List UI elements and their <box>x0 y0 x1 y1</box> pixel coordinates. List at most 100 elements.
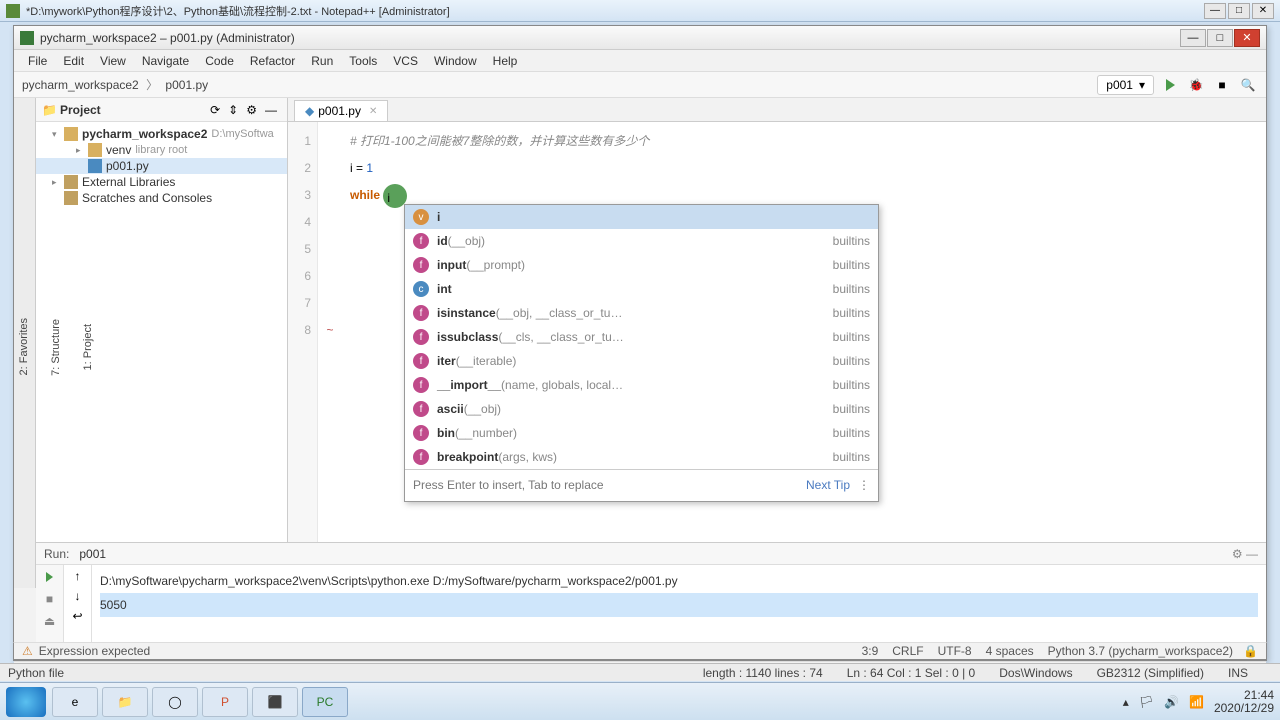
system-tray[interactable]: ▴ 🏳 🔊 📶 21:44 2020/12/29 <box>1123 689 1274 715</box>
np-enc: GB2312 (Simplified) <box>1097 666 1204 680</box>
menu-run[interactable]: Run <box>303 51 341 71</box>
tab-close-icon[interactable]: ✕ <box>369 106 377 117</box>
run-config-selector[interactable]: p001 ▾ <box>1097 75 1154 95</box>
chevron-down-icon: ▾ <box>1139 78 1145 92</box>
tray-network-icon[interactable]: 📶 <box>1189 695 1204 709</box>
run-output[interactable]: D:\mySoftware\pycharm_workspace2\venv\Sc… <box>92 565 1266 642</box>
taskbar-chrome[interactable]: ◯ <box>152 687 198 717</box>
gear-icon[interactable]: ⚙ <box>246 103 257 117</box>
crumb-project[interactable]: pycharm_workspace2 <box>22 78 139 92</box>
autocomplete-item[interactable]: finput(__prompt)builtins <box>405 253 878 277</box>
menubar: File Edit View Navigate Code Refactor Ru… <box>14 50 1266 72</box>
notepad-maximize[interactable]: □ <box>1228 3 1250 19</box>
pycharm-title: pycharm_workspace2 – p001.py (Administra… <box>40 31 1180 45</box>
taskbar-ie[interactable]: e <box>52 687 98 717</box>
autocomplete-item[interactable]: fisinstance(__obj, __class_or_tu…builtin… <box>405 301 878 325</box>
pycharm-minimize[interactable]: — <box>1180 29 1206 47</box>
notepad-minimize[interactable]: — <box>1204 3 1226 19</box>
tray-up-icon[interactable]: ▴ <box>1123 695 1129 709</box>
run-settings-icon[interactable]: ⚙ — <box>1232 547 1258 561</box>
menu-file[interactable]: File <box>20 51 55 71</box>
menu-tools[interactable]: Tools <box>341 51 385 71</box>
notepad-icon <box>6 4 20 18</box>
windows-taskbar: e 📁 ◯ P ⬛ PC ▴ 🏳 🔊 📶 21:44 2020/12/29 <box>0 682 1280 720</box>
stop-button[interactable]: ■ <box>1212 75 1232 95</box>
autocomplete-item[interactable]: f__import__(name, globals, local…builtin… <box>405 373 878 397</box>
notepad-title: *D:\mywork\Python程序设计\2、Python基础\流程控制-2.… <box>26 3 1204 19</box>
debug-button[interactable]: 🐞 <box>1186 75 1206 95</box>
autocomplete-item[interactable]: fiter(__iterable)builtins <box>405 349 878 373</box>
stop-run-icon[interactable]: ■ <box>42 591 58 607</box>
autocomplete-item[interactable]: fid(__obj)builtins <box>405 229 878 253</box>
pycharm-close[interactable]: ✕ <box>1234 29 1260 47</box>
status-lock-icon[interactable]: 🔒 <box>1243 644 1258 658</box>
np-ins: INS <box>1228 666 1248 680</box>
taskbar-explorer[interactable]: 📁 <box>102 687 148 717</box>
menu-refactor[interactable]: Refactor <box>242 51 303 71</box>
autocomplete-popup[interactable]: vifid(__obj)builtinsfinput(__prompt)buil… <box>404 204 879 502</box>
autocomplete-item[interactable]: fascii(__obj)builtins <box>405 397 878 421</box>
menu-help[interactable]: Help <box>485 51 526 71</box>
notepad-close[interactable]: ✕ <box>1252 3 1274 19</box>
status-encoding[interactable]: UTF-8 <box>938 644 972 658</box>
pycharm-icon <box>20 31 34 45</box>
run-button[interactable] <box>1160 75 1180 95</box>
project-panel-title: Project <box>60 103 206 117</box>
tab-filename: p001.py <box>318 104 361 118</box>
taskbar-pycharm[interactable]: PC <box>302 687 348 717</box>
editor-tab[interactable]: ◆ p001.py ✕ <box>294 100 388 121</box>
tray-volume-icon[interactable]: 🔊 <box>1164 695 1179 709</box>
autocomplete-item[interactable]: fbreakpoint(args, kws)builtins <box>405 445 878 469</box>
project-panel: 📁 Project ⟳ ⇕ ⚙ — ▾pycharm_workspace2D:\… <box>36 98 288 588</box>
run-config-name: p001 <box>1106 78 1133 92</box>
start-button[interactable] <box>6 687 46 717</box>
np-length: length : 1140 lines : 74 <box>703 666 823 680</box>
run-panel: Run: p001 ⚙ — ■ ⏏ ↑ ↓ ↩ D:\mySoftware\py… <box>36 542 1266 642</box>
rerun-icon[interactable] <box>42 569 58 585</box>
notepad-statusbar: Python file length : 1140 lines : 74 Ln … <box>0 663 1280 681</box>
rail-favorites[interactable]: 2: Favorites <box>14 314 34 379</box>
tree-item[interactable]: p001.py <box>36 158 287 174</box>
autocomplete-item[interactable]: vi <box>405 205 878 229</box>
tray-clock[interactable]: 21:44 2020/12/29 <box>1214 689 1274 715</box>
tree-item[interactable]: ▸External Libraries <box>36 174 287 190</box>
menu-vcs[interactable]: VCS <box>385 51 426 71</box>
breadcrumb[interactable]: pycharm_workspace2 〉 p001.py <box>22 76 208 93</box>
tree-item[interactable]: ▸venvlibrary root <box>36 142 287 158</box>
status-indent[interactable]: 4 spaces <box>986 644 1034 658</box>
exit-icon[interactable]: ⏏ <box>42 613 58 629</box>
autocomplete-item[interactable]: cintbuiltins <box>405 277 878 301</box>
menu-view[interactable]: View <box>92 51 134 71</box>
code-text[interactable]: # 打印1-100之间能被7整除的数，并计算这些数有多少个 i = 1 whil… <box>342 122 1266 570</box>
rail-project[interactable]: 1: Project <box>78 320 98 374</box>
run-panel-config: p001 <box>79 547 106 561</box>
menu-window[interactable]: Window <box>426 51 485 71</box>
autocomplete-item[interactable]: fissubclass(__cls, __class_or_tu…builtin… <box>405 325 878 349</box>
search-button[interactable]: 🔍 <box>1238 75 1258 95</box>
status-python[interactable]: Python 3.7 (pycharm_workspace2) <box>1048 644 1233 658</box>
editor: ◆ p001.py ✕ 12345678 ~ # 打印1-100之间能被7整除的… <box>288 98 1266 588</box>
taskbar-app1[interactable]: ⬛ <box>252 687 298 717</box>
wrap-icon[interactable]: ↩ <box>72 609 82 623</box>
status-warning-icon: ⚠ <box>22 644 33 658</box>
menu-edit[interactable]: Edit <box>55 51 92 71</box>
autocomplete-item[interactable]: fbin(__number)builtins <box>405 421 878 445</box>
navbar: pycharm_workspace2 〉 p001.py p001 ▾ 🐞 ■ … <box>14 72 1266 98</box>
status-eol[interactable]: CRLF <box>892 644 923 658</box>
rail-structure[interactable]: 7: Structure <box>46 315 66 380</box>
down-icon[interactable]: ↓ <box>75 589 81 603</box>
collapse-icon[interactable]: ⇕ <box>228 103 238 117</box>
run-output-result: 5050 <box>100 593 1258 617</box>
up-icon[interactable]: ↑ <box>75 569 81 583</box>
tree-item[interactable]: ▾pycharm_workspace2D:\mySoftwa <box>36 126 287 142</box>
hide-icon[interactable]: — <box>265 103 277 117</box>
sync-icon[interactable]: ⟳ <box>210 103 220 117</box>
folder-icon: 📁 <box>42 103 56 117</box>
tree-item[interactable]: Scratches and Consoles <box>36 190 287 206</box>
menu-code[interactable]: Code <box>197 51 242 71</box>
tray-flag-icon[interactable]: 🏳 <box>1139 695 1154 709</box>
menu-navigate[interactable]: Navigate <box>134 51 197 71</box>
taskbar-ppt[interactable]: P <box>202 687 248 717</box>
crumb-file[interactable]: p001.py <box>165 78 208 92</box>
pycharm-maximize[interactable]: □ <box>1207 29 1233 47</box>
